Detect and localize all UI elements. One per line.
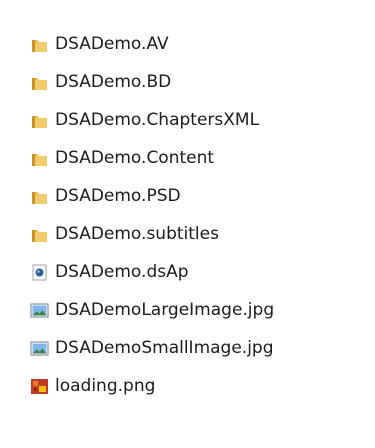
file-item-dsademo-chaptersxml[interactable]: DSADemo.ChaptersXML: [30, 101, 360, 139]
file-item-label: DSADemoLargeImage.jpg: [55, 299, 275, 320]
file-item-dsademo-content[interactable]: DSADemo.Content: [30, 139, 360, 177]
file-item-loading-png[interactable]: loading.png: [30, 367, 360, 405]
file-item-label: DSADemo.Content: [55, 147, 215, 168]
dsap-file-icon: [30, 263, 49, 282]
file-item-dsademo-bd[interactable]: DSADemo.BD: [30, 63, 360, 101]
file-item-label: DSADemo.BD: [55, 71, 172, 92]
file-item-dsademo-subtitles[interactable]: DSADemo.subtitles: [30, 215, 360, 253]
file-item-label: DSADemoSmallImage.jpg: [55, 337, 274, 358]
file-item-label: DSADemo.dsAp: [55, 261, 189, 282]
file-item-label: DSADemo.ChaptersXML: [55, 109, 260, 130]
file-item-dsademo-dsap[interactable]: DSADemo.dsAp: [30, 253, 360, 291]
file-list: DSADemo.AV DSADemo.BD DSADemo.ChaptersXM…: [30, 25, 360, 405]
file-item-label: DSADemo.PSD: [55, 185, 181, 206]
file-item-dsademosmallimage-jpg[interactable]: DSADemoSmallImage.jpg: [30, 329, 360, 367]
folder-icon: [30, 225, 49, 244]
folder-icon: [30, 111, 49, 130]
file-item-label: loading.png: [55, 375, 156, 396]
folder-icon: [30, 149, 49, 168]
png-image-icon: [30, 377, 49, 396]
file-item-dsademo-psd[interactable]: DSADemo.PSD: [30, 177, 360, 215]
file-item-dsademolargeimage-jpg[interactable]: DSADemoLargeImage.jpg: [30, 291, 360, 329]
jpg-image-icon: [30, 339, 49, 358]
jpg-image-icon: [30, 301, 49, 320]
file-item-label: DSADemo.AV: [55, 33, 169, 54]
folder-icon: [30, 73, 49, 92]
folder-icon: [30, 187, 49, 206]
folder-icon: [30, 35, 49, 54]
file-item-label: DSADemo.subtitles: [55, 223, 219, 244]
file-item-dsademo-av[interactable]: DSADemo.AV: [30, 25, 360, 63]
